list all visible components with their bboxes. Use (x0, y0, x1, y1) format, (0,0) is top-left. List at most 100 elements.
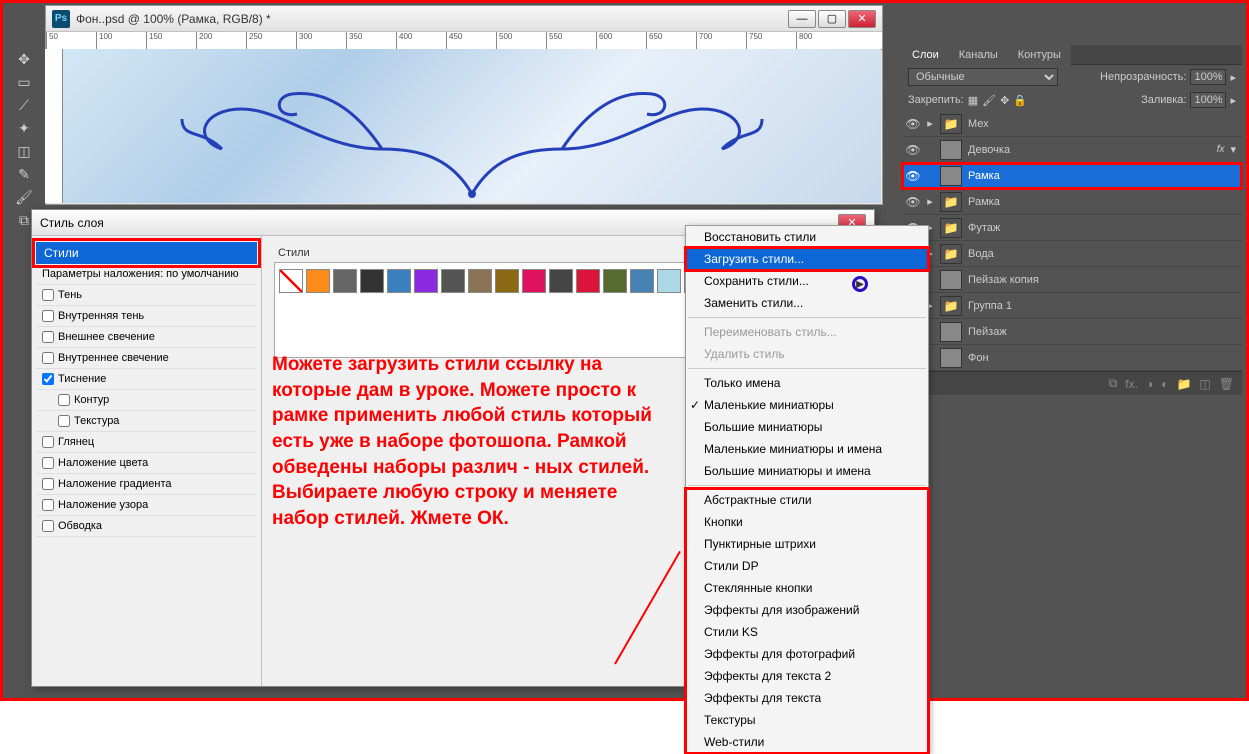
expand-arrow-icon[interactable]: ▸ (924, 117, 936, 130)
fill-arrow-icon[interactable]: ▸ (1230, 94, 1236, 107)
mask-icon[interactable]: ◑ (1146, 377, 1153, 391)
effect-row[interactable]: Внешнее свечение (36, 327, 257, 348)
canvas[interactable] (63, 49, 881, 203)
visibility-icon[interactable]: 👁 (902, 195, 924, 209)
effect-checkbox[interactable] (42, 373, 54, 385)
effect-row[interactable]: Обводка (36, 516, 257, 537)
expand-arrow-icon[interactable]: ▸ (924, 195, 936, 208)
blend-mode-select[interactable]: Обычные (908, 68, 1058, 86)
effect-checkbox[interactable] (58, 415, 70, 427)
style-swatch[interactable] (279, 269, 303, 293)
styles-heading[interactable]: Стили (36, 242, 257, 264)
effect-row[interactable]: Внутренняя тень (36, 306, 257, 327)
effect-checkbox[interactable] (42, 331, 54, 343)
fx-icon[interactable]: fx. (1125, 377, 1138, 391)
visibility-icon[interactable]: 👁 (902, 143, 924, 157)
menu-item[interactable]: Web-стили (686, 731, 928, 753)
minimize-button[interactable]: — (788, 10, 816, 28)
menu-item[interactable]: Маленькие миниатюры (686, 394, 928, 416)
menu-item[interactable]: Только имена (686, 372, 928, 394)
style-swatch[interactable] (306, 269, 330, 293)
style-swatch[interactable] (495, 269, 519, 293)
layer-row[interactable]: 👁▸📁Группа 1 (902, 293, 1242, 319)
wand-tool[interactable]: ✦ (10, 117, 38, 139)
style-swatch[interactable] (603, 269, 627, 293)
lock-all-icon[interactable]: 🔒 (1013, 94, 1027, 107)
move-tool[interactable]: ✥ (10, 48, 38, 70)
menu-item[interactable]: Заменить стили... (686, 292, 928, 314)
delete-icon[interactable]: 🗑 (1219, 377, 1234, 391)
blend-options[interactable]: Параметры наложения: по умолчанию (36, 264, 257, 285)
maximize-button[interactable]: ▢ (818, 10, 846, 28)
effect-row[interactable]: Наложение градиента (36, 474, 257, 495)
visibility-icon[interactable]: 👁 (902, 169, 924, 183)
layer-row[interactable]: 👁▸📁Вода (902, 241, 1242, 267)
effect-checkbox[interactable] (42, 310, 54, 322)
link-layers-icon[interactable]: ⧉ (1109, 376, 1118, 391)
eyedropper-tool[interactable]: ✎ (10, 163, 38, 185)
opacity-input[interactable] (1190, 69, 1226, 85)
menu-item[interactable]: Маленькие миниатюры и имена (686, 438, 928, 460)
effect-row[interactable]: Текстура (36, 411, 257, 432)
menu-item[interactable]: Загрузить стили... (686, 248, 928, 270)
styles-flyout-button[interactable]: ▶ (852, 276, 868, 292)
effect-row[interactable]: Тиснение (36, 369, 257, 390)
brush-tool[interactable]: 🖌 (10, 186, 38, 208)
layer-row[interactable]: 👁Рамка (902, 163, 1242, 189)
effect-checkbox[interactable] (42, 289, 54, 301)
lock-position-icon[interactable]: ✥ (1000, 94, 1009, 107)
lock-pixels-icon[interactable]: 🖌 (982, 94, 996, 107)
effect-row[interactable]: Внутреннее свечение (36, 348, 257, 369)
style-swatch[interactable] (576, 269, 600, 293)
fx-expand-icon[interactable]: ▾ (1230, 143, 1242, 156)
menu-item[interactable]: Большие миниатюры и имена (686, 460, 928, 482)
effect-checkbox[interactable] (58, 394, 70, 406)
tab-paths[interactable]: Контуры (1008, 45, 1071, 65)
menu-item[interactable]: Текстуры (686, 709, 928, 731)
crop-tool[interactable]: ◫ (10, 140, 38, 162)
menu-item[interactable]: Эффекты для фотографий (686, 643, 928, 665)
menu-item[interactable]: Стили DP (686, 555, 928, 577)
layer-row[interactable]: 👁▸📁Футаж (902, 215, 1242, 241)
menu-item[interactable]: Кнопки (686, 511, 928, 533)
menu-item[interactable]: Стеклянные кнопки (686, 577, 928, 599)
effect-row[interactable]: Глянец (36, 432, 257, 453)
visibility-icon[interactable]: 👁 (902, 117, 924, 131)
marquee-tool[interactable]: ▭ (10, 71, 38, 93)
lock-transparency-icon[interactable]: ▦ (968, 94, 978, 107)
folder-icon[interactable]: 📁 (1176, 377, 1191, 391)
layer-row[interactable]: 👁Фон (902, 345, 1242, 371)
layer-row[interactable]: 👁Пейзаж копия (902, 267, 1242, 293)
style-swatch[interactable] (387, 269, 411, 293)
style-swatch[interactable] (630, 269, 654, 293)
effect-checkbox[interactable] (42, 478, 54, 490)
document-titlebar[interactable]: Ps Фон..psd @ 100% (Рамка, RGB/8) * — ▢ … (46, 6, 882, 32)
opacity-arrow-icon[interactable]: ▸ (1230, 71, 1236, 84)
adjust-icon[interactable]: ◐ (1161, 377, 1168, 391)
style-swatch[interactable] (360, 269, 384, 293)
effect-row[interactable]: Тень (36, 285, 257, 306)
menu-item[interactable]: Большие миниатюры (686, 416, 928, 438)
close-button[interactable]: ✕ (848, 10, 876, 28)
style-swatch[interactable] (549, 269, 573, 293)
layer-row[interactable]: 👁▸📁Рамка (902, 189, 1242, 215)
new-layer-icon[interactable]: ◫ (1199, 377, 1210, 391)
tab-channels[interactable]: Каналы (949, 45, 1008, 65)
effect-checkbox[interactable] (42, 520, 54, 532)
effect-checkbox[interactable] (42, 436, 54, 448)
layer-row[interactable]: 👁▸📁Мех (902, 111, 1242, 137)
layer-row[interactable]: 👁Девочкаfx▾ (902, 137, 1242, 163)
style-swatch[interactable] (522, 269, 546, 293)
effect-row[interactable]: Контур (36, 390, 257, 411)
tab-layers[interactable]: Слои (902, 45, 949, 65)
style-swatch[interactable] (441, 269, 465, 293)
lasso-tool[interactable]: ⟋ (10, 94, 38, 116)
menu-item[interactable]: Эффекты для текста (686, 687, 928, 709)
menu-item[interactable]: Эффекты для текста 2 (686, 665, 928, 687)
style-swatch[interactable] (657, 269, 681, 293)
style-swatch[interactable] (414, 269, 438, 293)
effect-checkbox[interactable] (42, 499, 54, 511)
menu-item[interactable]: Пунктирные штрихи (686, 533, 928, 555)
effect-checkbox[interactable] (42, 352, 54, 364)
fill-input[interactable] (1190, 92, 1226, 108)
